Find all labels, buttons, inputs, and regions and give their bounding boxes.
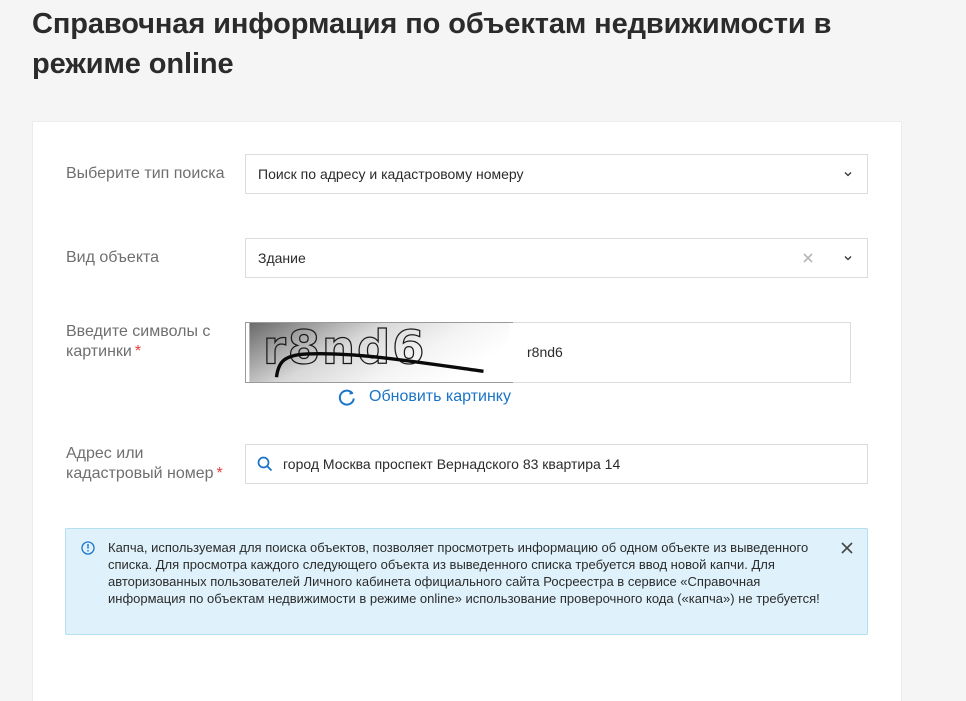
search-type-label: Выберите тип поиска: [66, 165, 225, 182]
required-mark: *: [134, 343, 142, 360]
notice-text: Капча, используемая для поиска объектов,…: [108, 540, 820, 606]
address-input[interactable]: город Москва проспект Вернадского 83 ква…: [245, 444, 868, 484]
search-icon: [257, 456, 273, 472]
refresh-captcha-button[interactable]: Обновить картинку: [337, 386, 511, 408]
refresh-icon: [338, 389, 355, 406]
svg-text:r8nd6: r8nd6: [263, 322, 426, 375]
object-type-value: Здание: [258, 250, 306, 266]
address-label: Адрес или кадастровый номер *: [66, 445, 223, 482]
chevron-down-icon: [844, 172, 852, 177]
search-form-card: Выберите тип поиска Поиск по адресу и ка…: [32, 121, 902, 701]
captcha-image: r8nd6: [245, 322, 514, 383]
page-title: Справочная информация по объектам недвиж…: [32, 8, 832, 80]
search-type-select[interactable]: Поиск по адресу и кадастровому номеру: [245, 154, 868, 194]
info-icon: [81, 541, 95, 555]
chevron-down-icon: [844, 256, 852, 261]
captcha-input[interactable]: r8nd6: [513, 322, 851, 383]
object-type-select[interactable]: Здание: [245, 238, 868, 278]
required-mark: *: [216, 465, 223, 482]
object-type-label: Вид объекта: [66, 249, 160, 266]
captcha-label: Введите символы с картинки *: [66, 323, 211, 360]
address-value: город Москва проспект Вернадского 83 ква…: [283, 456, 621, 472]
clear-icon[interactable]: [801, 251, 815, 265]
close-icon[interactable]: [841, 542, 853, 554]
refresh-label: Обновить картинку: [369, 388, 511, 405]
search-type-value: Поиск по адресу и кадастровому номеру: [258, 166, 524, 182]
captcha-notice: Капча, используемая для поиска объектов,…: [65, 528, 868, 635]
